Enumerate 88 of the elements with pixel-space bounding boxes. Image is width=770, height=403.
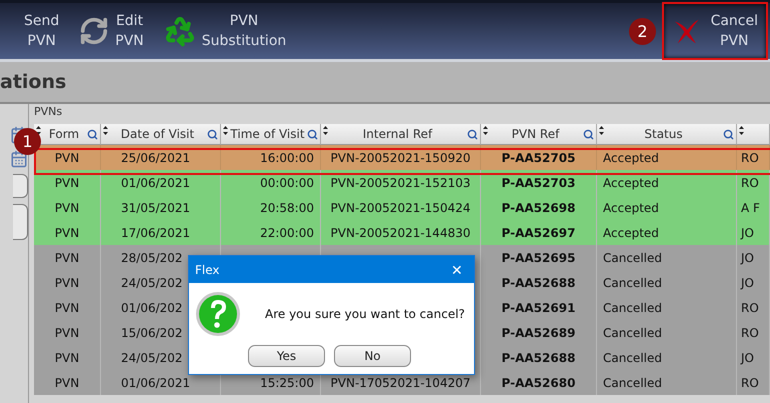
table-cell: 22:00:00 xyxy=(221,220,321,245)
step-marker: 2 xyxy=(629,18,656,44)
toolbar-button[interactable]: Send PVN xyxy=(14,2,70,60)
search-icon[interactable] xyxy=(723,128,734,140)
table-cell: 20:58:00 xyxy=(221,195,321,220)
table-cell: P-AA52703 xyxy=(481,170,597,195)
table-cell: JO xyxy=(737,270,770,295)
table-cell: PVN xyxy=(34,220,101,245)
table-cell: 01/06/2021 xyxy=(101,370,221,395)
side-button[interactable] xyxy=(13,174,28,198)
table-cell: PVN xyxy=(34,320,101,345)
toolbar-button[interactable]: PVN Substitution xyxy=(154,2,296,60)
group-label: PVNs xyxy=(34,104,64,120)
table-cell: P-AA52705 xyxy=(481,145,597,170)
table-cell: P-AA52697 xyxy=(481,220,597,245)
table-cell: 00:00:00 xyxy=(221,170,321,195)
table-cell: PVN xyxy=(34,270,101,295)
table-cell: PVN xyxy=(34,170,101,195)
table-cell: Accepted xyxy=(597,195,737,220)
table-cell: P-AA52680 xyxy=(481,370,597,395)
table-cell: PVN-20052021-152103 xyxy=(321,170,481,195)
table-cell: Cancelled xyxy=(597,345,737,370)
search-icon[interactable] xyxy=(87,128,98,140)
close-button[interactable]: ✕ xyxy=(440,256,474,283)
sort-icon[interactable] xyxy=(599,126,604,135)
table-cell: PVN xyxy=(34,345,101,370)
table-cell: 31/05/2021 xyxy=(101,195,221,220)
calendar-icon[interactable] xyxy=(10,150,28,168)
column-header[interactable]: Status xyxy=(597,124,737,145)
table-cell: A F xyxy=(737,195,770,220)
table-cell: Cancelled xyxy=(597,270,737,295)
table-cell: Accepted xyxy=(597,170,737,195)
page-title: ations xyxy=(0,71,66,93)
search-icon[interactable] xyxy=(207,128,218,140)
table-cell: 17/06/2021 xyxy=(101,220,221,245)
table-cell: RO xyxy=(737,170,770,195)
sort-icon[interactable] xyxy=(103,126,108,135)
table-cell: RO xyxy=(737,370,770,395)
column-header[interactable]: Time of Visit xyxy=(221,124,321,145)
sort-icon[interactable] xyxy=(323,126,328,135)
table-cell: P-AA52688 xyxy=(481,345,597,370)
table-cell: 01/06/2021 xyxy=(101,170,221,195)
cancel-button[interactable]: Cancel PVN xyxy=(662,2,768,60)
table-cell: Cancelled xyxy=(597,370,737,395)
table-cell: PVN xyxy=(34,245,101,270)
table-cell: Accepted xyxy=(597,145,737,170)
sort-icon[interactable] xyxy=(739,126,744,135)
table-cell: PVN-20052021-144830 xyxy=(321,220,481,245)
search-icon[interactable] xyxy=(583,128,594,140)
table-cell: RO xyxy=(737,145,770,170)
column-header[interactable]: Form xyxy=(34,124,101,145)
column-header[interactable]: Internal Ref xyxy=(321,124,481,145)
table-cell: PVN xyxy=(34,195,101,220)
dialog-button[interactable]: Yes xyxy=(248,345,325,367)
table-cell: PVN-20052021-150424 xyxy=(321,195,481,220)
table-cell: PVN xyxy=(34,295,101,320)
table-cell: JO xyxy=(737,345,770,370)
search-icon[interactable] xyxy=(467,128,478,140)
table-cell: PVN-20052021-150920 xyxy=(321,145,481,170)
table-cell: P-AA52698 xyxy=(481,195,597,220)
table-cell: P-AA52689 xyxy=(481,320,597,345)
recycle-icon xyxy=(164,15,196,47)
table-cell: Cancelled xyxy=(597,320,737,345)
column-header[interactable]: PVN Ref xyxy=(481,124,597,145)
side-button[interactable] xyxy=(13,204,28,240)
table-cell: RO xyxy=(737,295,770,320)
table-cell: Cancelled xyxy=(597,295,737,320)
table-cell: P-AA52688 xyxy=(481,270,597,295)
column-header[interactable]: Date of Visit xyxy=(101,124,221,145)
table-cell: JO xyxy=(737,245,770,270)
column-header[interactable] xyxy=(737,124,770,145)
table-cell: 25/06/2021 xyxy=(101,145,221,170)
table-cell: Accepted xyxy=(597,220,737,245)
refresh-icon xyxy=(79,16,110,46)
table-cell: JO xyxy=(737,220,770,245)
dialog-button[interactable]: No xyxy=(334,345,411,367)
table-cell: PVN xyxy=(34,370,101,395)
table-cell: P-AA52691 xyxy=(481,295,597,320)
search-icon[interactable] xyxy=(307,128,318,140)
table-cell: Cancelled xyxy=(597,245,737,270)
question-icon xyxy=(195,291,241,337)
table-cell: P-AA52695 xyxy=(481,245,597,270)
toolbar-button[interactable]: Edit PVN xyxy=(69,2,154,60)
table-cell: RO xyxy=(737,320,770,345)
table-cell: 16:00:00 xyxy=(221,145,321,170)
sort-icon[interactable] xyxy=(223,126,228,135)
dialog-message: Are you sure you want to cancel? xyxy=(265,307,465,321)
sort-icon[interactable] xyxy=(483,126,488,135)
